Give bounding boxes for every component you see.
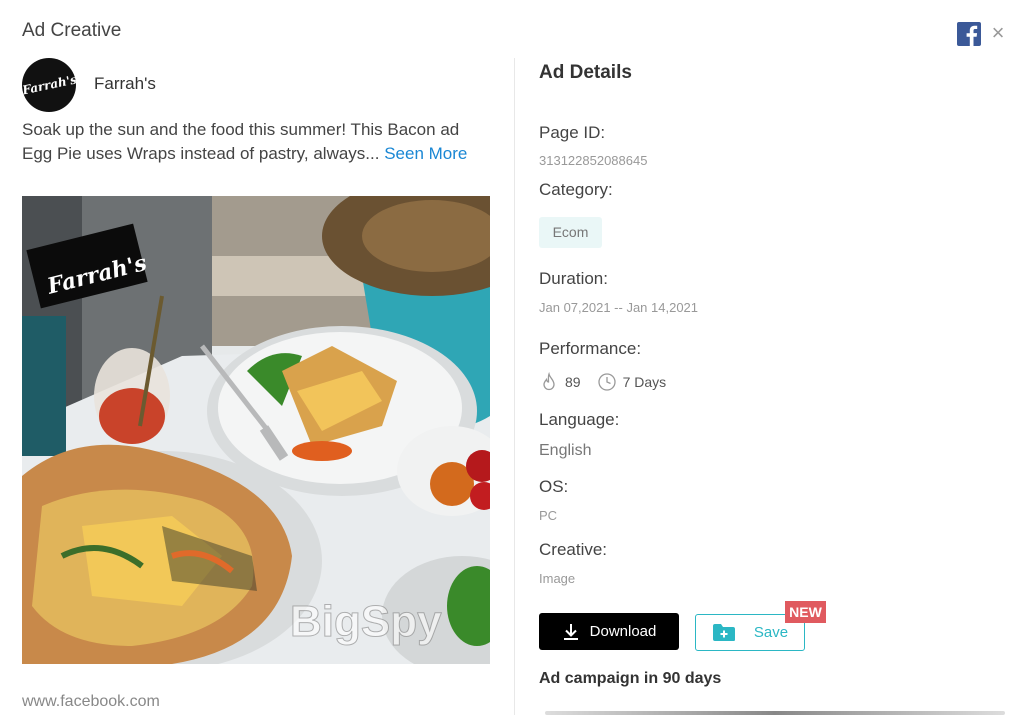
new-badge: NEW: [785, 601, 826, 623]
ad-creative-image[interactable]: Farrah's BigSpy: [22, 196, 490, 664]
avatar-logo-text: Farrah's: [22, 72, 76, 98]
ad-source-url[interactable]: www.facebook.com: [22, 693, 160, 711]
download-icon: [563, 623, 578, 640]
folder-add-icon: [712, 624, 735, 641]
performance-metrics: 89 7 Days: [539, 371, 682, 393]
watermark-text: BigSpy: [290, 597, 442, 646]
category-label: Category:: [539, 180, 613, 199]
language-value: English: [539, 442, 592, 459]
creative-value: Image: [539, 571, 576, 586]
likes-count: 89: [565, 374, 581, 390]
advertiser-name[interactable]: Farrah's: [94, 74, 156, 94]
os-label: OS:: [539, 477, 569, 496]
modal-title: Ad Creative: [22, 20, 122, 41]
os-value: PC: [539, 508, 558, 523]
performance-label: Performance:: [539, 339, 642, 358]
download-button-label: Download: [589, 623, 657, 640]
see-more-link[interactable]: Seen More: [384, 144, 467, 163]
campaign-heading: Ad campaign in 90 days: [539, 670, 722, 687]
language-label: Language:: [539, 410, 620, 429]
ad-details-heading: Ad Details: [539, 62, 632, 83]
facebook-icon: [957, 22, 981, 46]
duration-value: Jan 07,2021 -- Jan 14,2021: [539, 300, 699, 315]
campaign-chart-edge: [545, 711, 1005, 715]
flame-icon: [539, 371, 559, 392]
duration-label: Duration:: [539, 269, 608, 288]
download-button[interactable]: Download: [539, 613, 679, 650]
close-icon[interactable]: ×: [989, 22, 1007, 44]
clock-icon: [597, 372, 617, 392]
ad-copy-text: Soak up the sun and the food this summer…: [22, 118, 482, 166]
save-button-label: Save: [753, 624, 789, 641]
days-count: 7 Days: [622, 374, 667, 390]
advertiser-avatar[interactable]: Farrah's: [22, 58, 76, 112]
creative-label: Creative:: [539, 540, 608, 559]
category-tag: Ecom: [539, 217, 602, 248]
panel-divider: [514, 58, 515, 715]
page-id-value: 313122852088645: [539, 153, 648, 168]
page-id-label: Page ID:: [539, 123, 606, 142]
